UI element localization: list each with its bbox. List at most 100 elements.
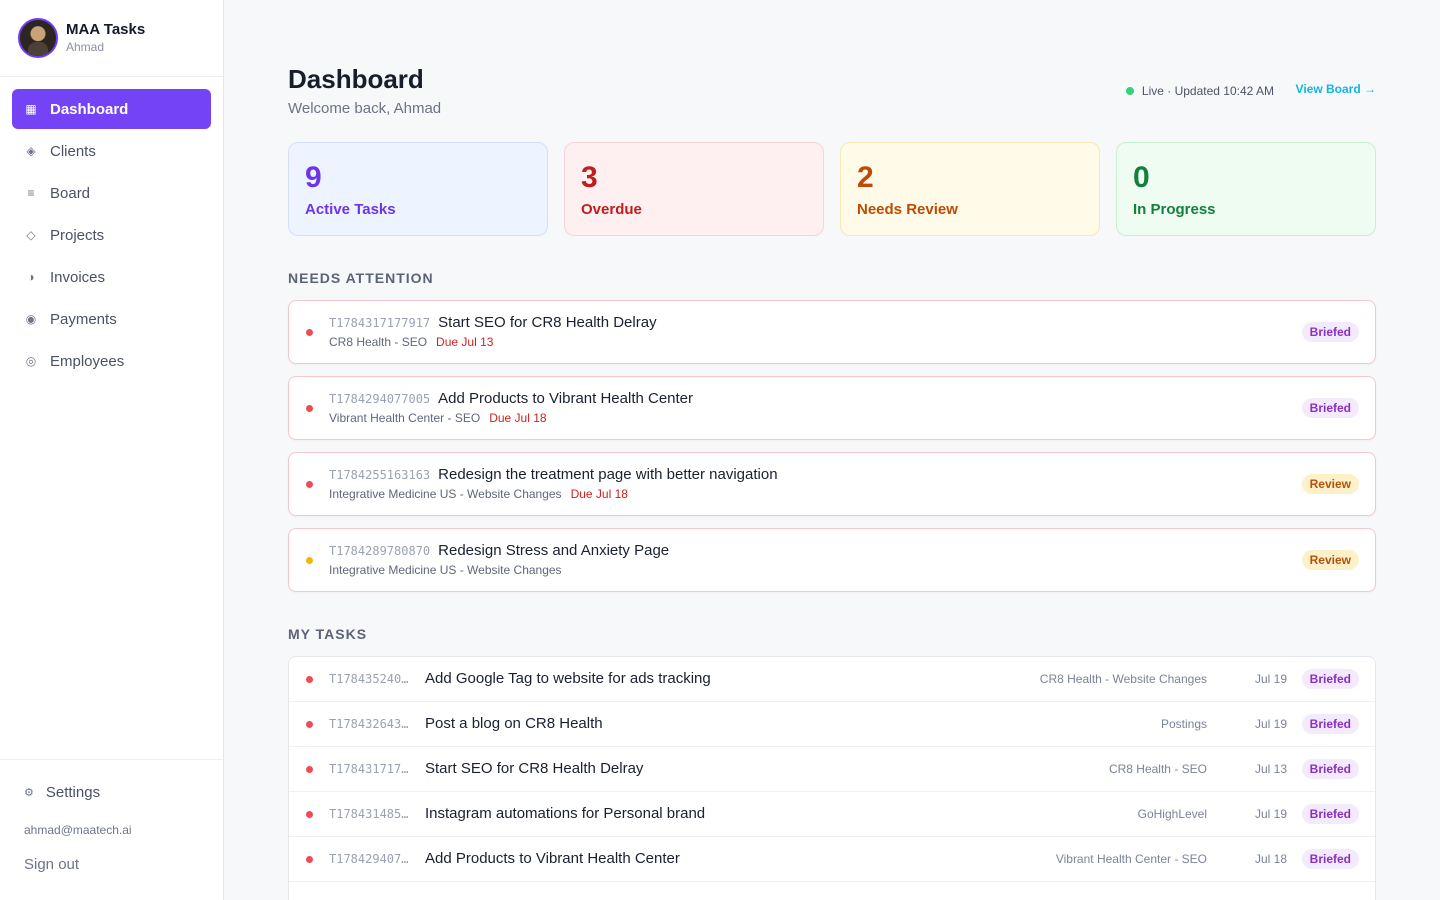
table-row[interactable]: T178431485… Instagram automations for Pe… [289, 792, 1375, 837]
task-id: T1784317177917 [329, 316, 431, 330]
welcome-text: Welcome back, Ahmad [288, 100, 442, 117]
priority-dot-icon [306, 405, 313, 412]
brand-header: MAA Tasks Ahmad [0, 0, 223, 77]
stat-card-needs-review[interactable]: 2 Needs Review [840, 142, 1100, 236]
task-title: Instagram automations for Personal brand [425, 805, 706, 822]
diamond-icon: ◈ [26, 144, 36, 158]
priority-dot-icon [306, 676, 313, 683]
status-badge: Briefed [1301, 804, 1359, 824]
live-status-text: Live · Updated 10:42 AM [1141, 84, 1274, 98]
sidebar-item-label: Board [50, 184, 91, 202]
user-name: Ahmad [66, 40, 105, 54]
priority-dot-icon [306, 766, 313, 773]
stat-card-overdue[interactable]: 3 Overdue [564, 142, 824, 236]
task-due: Due Jul 13 [436, 335, 494, 349]
half-circle-icon: ◑ [27, 270, 35, 284]
page-header: Dashboard Welcome back, Ahmad Live · Upd… [288, 64, 1376, 120]
task-project: GoHighLevel [1137, 807, 1207, 821]
live-status: Live · Updated 10:42 AM [1125, 84, 1274, 98]
sidebar-item-invoices[interactable]: ◑ Invoices [12, 257, 211, 297]
stat-card-in-progress[interactable]: 0 In Progress [1116, 142, 1376, 236]
sidebar-item-label: Invoices [50, 268, 106, 286]
stat-label: In Progress [1133, 201, 1216, 218]
task-id: T178435240… [329, 672, 409, 686]
priority-dot-icon [306, 329, 313, 336]
sidebar-item-dashboard[interactable]: ▦ Dashboard [12, 89, 211, 129]
task-due: Due Jul 18 [570, 487, 628, 501]
status-badge: Briefed [1301, 322, 1359, 342]
sidebar-footer: ⚙ Settings ahmad@maatech.ai Sign out [0, 759, 223, 900]
attention-item[interactable]: T1784294077005 Add Products to Vibrant H… [288, 376, 1376, 440]
sidebar-item-label: Projects [50, 226, 105, 244]
sidebar: MAA Tasks Ahmad ▦ Dashboard ◈ Clients ≡ … [0, 0, 224, 900]
task-id: T178432643… [329, 717, 409, 731]
status-badge: Review [1301, 550, 1359, 570]
status-badge: Review [1301, 474, 1359, 494]
settings-label: Settings [45, 783, 101, 801]
task-title: Redesign Stress and Anxiety Page [438, 542, 670, 559]
attention-item[interactable]: T1784289780870 Redesign Stress and Anxie… [288, 528, 1376, 592]
sidebar-item-label: Clients [50, 142, 96, 160]
my-tasks-table: T178435240… Add Google Tag to website fo… [288, 656, 1376, 900]
priority-dot-icon [306, 811, 313, 818]
stat-value: 9 [305, 161, 322, 194]
my-tasks-heading: MY TASKS [288, 626, 368, 642]
task-id: T1784289780870 [329, 544, 431, 558]
task-project: Vibrant Health Center - SEO [1055, 852, 1207, 866]
task-title: Redesign the treatment page with better … [438, 466, 778, 483]
stat-value: 2 [857, 161, 874, 194]
sidebar-item-payments[interactable]: ◉ Payments [12, 299, 211, 339]
task-title: Add Google Tag to website for ads tracki… [425, 670, 711, 687]
list-icon: ≡ [27, 186, 35, 200]
sidebar-item-label: Employees [50, 352, 125, 370]
table-row[interactable]: T178435240… Add Google Tag to website fo… [289, 657, 1375, 702]
task-project: Integrative Medicine US - Website Change… [329, 563, 562, 577]
task-project: Postings [1160, 717, 1207, 731]
status-badge: Briefed [1301, 398, 1359, 418]
sidebar-item-label: Payments [50, 310, 117, 328]
settings-link[interactable]: ⚙ Settings [24, 782, 199, 802]
gear-icon: ⚙ [24, 786, 34, 799]
task-project: Integrative Medicine US - Website Change… [329, 487, 562, 501]
task-due: Due Jul 18 [489, 411, 547, 425]
target-icon: ◉ [25, 312, 37, 326]
sidebar-nav: ▦ Dashboard ◈ Clients ≡ Board ◇ Projects… [0, 77, 223, 381]
sidebar-item-board[interactable]: ≡ Board [12, 173, 211, 213]
priority-dot-icon [306, 721, 313, 728]
sidebar-item-employees[interactable]: ◎ Employees [12, 341, 211, 381]
task-title: Start SEO for CR8 Health Delray [438, 314, 657, 331]
task-project: CR8 Health - SEO [329, 335, 428, 349]
ring-icon: ◎ [25, 354, 37, 368]
priority-dot-icon [306, 481, 313, 488]
attention-item[interactable]: T1784255163163 Redesign the treatment pa… [288, 452, 1376, 516]
attention-item[interactable]: T1784317177917 Start SEO for CR8 Health … [288, 300, 1376, 364]
task-date: Jul 18 [1254, 852, 1287, 866]
stats-row: 9 Active Tasks 3 Overdue 2 Needs Review … [288, 142, 1376, 236]
priority-dot-icon [306, 856, 313, 863]
task-project: Vibrant Health Center - SEO [329, 411, 481, 425]
task-id: T178429407… [329, 852, 409, 866]
task-id: T178431717… [329, 762, 409, 776]
status-badge: Briefed [1301, 714, 1359, 734]
status-badge: Briefed [1301, 849, 1359, 869]
stat-card-active-tasks[interactable]: 9 Active Tasks [288, 142, 548, 236]
table-row[interactable]: T178432643… Post a blog on CR8 Health Po… [289, 702, 1375, 747]
table-row[interactable]: T178431717… Start SEO for CR8 Health Del… [289, 747, 1375, 792]
sidebar-item-clients[interactable]: ◈ Clients [12, 131, 211, 171]
task-date: Jul 19 [1254, 717, 1287, 731]
app-title: MAA Tasks [66, 21, 146, 38]
status-badge: Briefed [1301, 759, 1359, 779]
task-id: T178431485… [329, 807, 409, 821]
task-title: Post a blog on CR8 Health [425, 715, 603, 732]
sidebar-item-projects[interactable]: ◇ Projects [12, 215, 211, 255]
task-title: Add Products to Vibrant Health Center [438, 390, 694, 407]
view-board-link[interactable]: View Board → [1296, 82, 1376, 96]
sign-out-button[interactable]: Sign out [24, 856, 199, 873]
avatar[interactable] [18, 18, 58, 58]
task-date: Jul 19 [1254, 807, 1287, 821]
grid-icon: ▦ [25, 102, 37, 116]
table-row[interactable]: T178429407… Add Products to Vibrant Heal… [289, 837, 1375, 882]
sidebar-item-label: Dashboard [50, 100, 129, 118]
diamond-outline-icon: ◇ [26, 228, 36, 242]
task-date: Jul 19 [1254, 672, 1287, 686]
